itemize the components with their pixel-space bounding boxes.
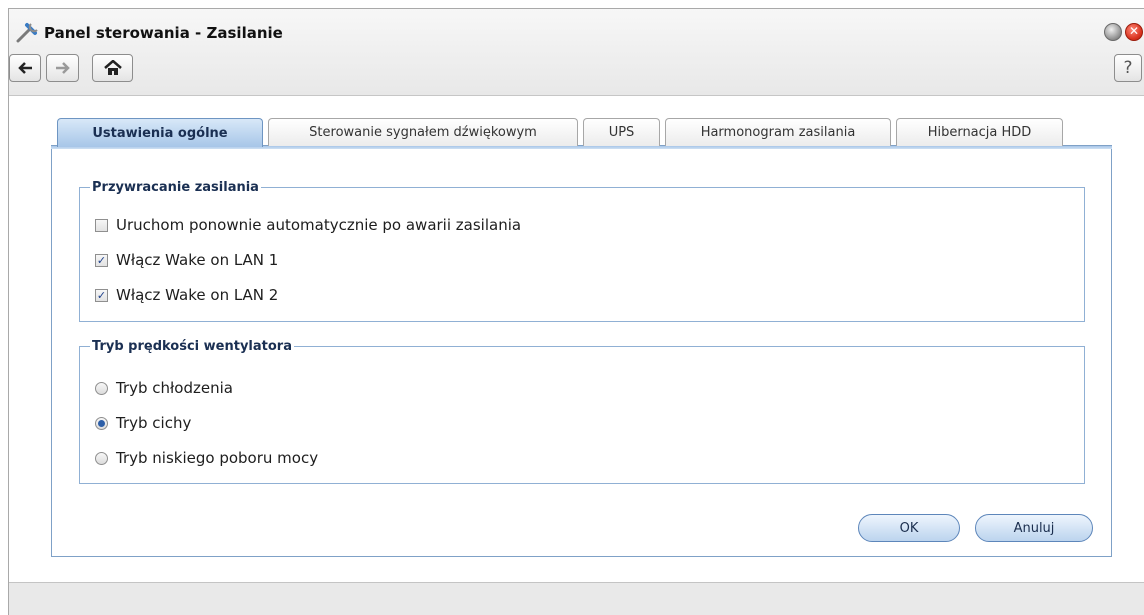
auto-restart-checkbox[interactable] (95, 218, 108, 232)
wol1-checkbox[interactable]: ✓ (95, 253, 108, 267)
quiet-mode-label: Tryb cichy (116, 414, 192, 432)
quiet-mode-option[interactable]: Tryb cichy (95, 414, 191, 432)
tab-power-schedule[interactable]: Harmonogram zasilania (665, 118, 891, 146)
fan-mode-legend: Tryb prędkości wentylatora (92, 339, 292, 354)
forward-arrow-icon (55, 61, 71, 75)
quiet-mode-radio[interactable] (95, 416, 108, 430)
forward-button[interactable] (46, 54, 79, 82)
control-panel-window: Panel sterowania - Zasilanie ✕ ? Ustawie… (8, 8, 1144, 615)
cooling-mode-label: Tryb chłodzenia (116, 379, 233, 397)
auto-restart-label: Uruchom ponownie automatycznie po awarii… (116, 216, 522, 234)
wol2-label: Włącz Wake on LAN 2 (116, 286, 279, 304)
title-bar: Panel sterowania - Zasilanie ✕ ? (9, 9, 1144, 96)
cooling-mode-option[interactable]: Tryb chłodzenia (95, 379, 233, 397)
tab-ups[interactable]: UPS (583, 118, 660, 146)
wol2-checkbox[interactable]: ✓ (95, 288, 108, 302)
home-icon (103, 60, 122, 76)
tab-general-settings[interactable]: Ustawienia ogólne (57, 118, 263, 147)
tab-beep-control[interactable]: Sterowanie sygnałem dźwiękowym (268, 118, 578, 146)
cooling-mode-radio[interactable] (95, 381, 108, 395)
tab-hdd-hibernation[interactable]: Hibernacja HDD (896, 118, 1063, 146)
low-power-mode-radio[interactable] (95, 451, 108, 465)
close-icon[interactable]: ✕ (1125, 23, 1143, 41)
low-power-mode-option[interactable]: Tryb niskiego poboru mocy (95, 449, 318, 467)
help-icon: ? (1123, 58, 1133, 78)
back-button[interactable] (9, 54, 41, 82)
cancel-button[interactable]: Anuluj (975, 514, 1093, 542)
help-button[interactable]: ? (1114, 54, 1142, 82)
status-bar (9, 582, 1144, 615)
tab-bar: Ustawienia ogólne Sterowanie sygnałem dź… (57, 118, 1068, 147)
tools-icon (15, 21, 41, 43)
minimize-icon[interactable] (1104, 23, 1122, 41)
wol2-option[interactable]: ✓ Włącz Wake on LAN 2 (95, 286, 278, 304)
low-power-mode-label: Tryb niskiego poboru mocy (116, 449, 319, 467)
ok-button[interactable]: OK (858, 514, 960, 542)
home-button[interactable] (92, 54, 133, 82)
power-recovery-legend: Przywracanie zasilania (92, 180, 259, 195)
wol1-label: Włącz Wake on LAN 1 (116, 251, 279, 269)
wol1-option[interactable]: ✓ Włącz Wake on LAN 1 (95, 251, 278, 269)
back-arrow-icon (17, 61, 33, 75)
auto-restart-option[interactable]: Uruchom ponownie automatycznie po awarii… (95, 216, 521, 234)
window-title: Panel sterowania - Zasilanie (44, 24, 283, 42)
